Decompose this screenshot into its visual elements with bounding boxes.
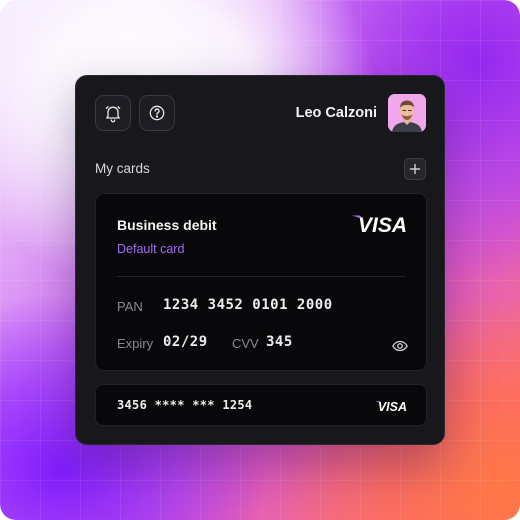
cvv-label: CVV <box>232 336 259 351</box>
help-button[interactable] <box>139 95 175 131</box>
pan-label: PAN <box>117 299 143 314</box>
card-subtitle: Default card <box>117 242 185 256</box>
plus-icon <box>409 163 421 175</box>
expiry-label: Expiry <box>117 336 154 351</box>
svg-text:VISA: VISA <box>358 214 407 236</box>
secondary-card[interactable]: 3456 **** *** 1254 VISA <box>95 384 427 426</box>
avatar[interactable] <box>388 94 426 132</box>
avatar-image <box>388 94 426 132</box>
eye-icon[interactable] <box>391 337 409 355</box>
help-icon <box>149 105 165 121</box>
bell-icon <box>105 106 121 123</box>
wallet-panel: Leo Calzoni My cards Business debit Defa… <box>75 75 445 445</box>
pan-value: 1234 3452 0101 2000 <box>163 297 333 313</box>
user-name[interactable]: Leo Calzoni <box>296 105 377 121</box>
notifications-button[interactable] <box>95 95 131 131</box>
section-title: My cards <box>95 161 150 176</box>
cvv-value: 345 <box>266 334 293 350</box>
masked-card-number: 3456 **** *** 1254 <box>117 398 253 412</box>
card-divider <box>117 276 405 277</box>
expiry-value: 02/29 <box>163 334 208 350</box>
visa-logo-icon: VISA <box>352 214 407 236</box>
card-name: Business debit <box>117 217 217 233</box>
add-card-button[interactable] <box>404 158 426 180</box>
visa-logo-icon: VISA <box>375 400 407 413</box>
primary-card[interactable]: Business debit Default card VISA PAN 123… <box>95 193 427 371</box>
svg-text:VISA: VISA <box>378 400 407 413</box>
